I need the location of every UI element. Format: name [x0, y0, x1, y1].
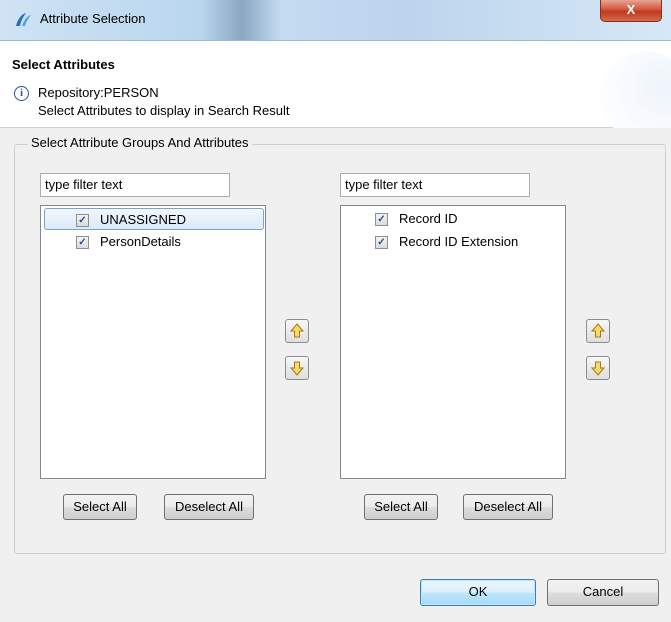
arrow-down-icon	[289, 361, 305, 376]
checkbox-checked-icon[interactable]: ✓	[76, 236, 89, 249]
repository-label: Repository:PERSON	[38, 85, 159, 100]
close-button[interactable]: X	[600, 0, 662, 22]
group-box-label: Select Attribute Groups And Attributes	[28, 135, 252, 150]
left-deselect-all-button[interactable]: Deselect All	[164, 494, 254, 520]
cancel-button[interactable]: Cancel	[547, 579, 659, 606]
header-description: Select Attributes to display in Search R…	[38, 103, 290, 118]
dialog-header: Select Attributes i Repository:PERSON Se…	[0, 41, 671, 141]
left-attribute-group-list[interactable]: ✓ UNASSIGNED ✓ PersonDetails	[40, 205, 266, 479]
left-select-all-button[interactable]: Select All	[63, 494, 137, 520]
ok-button[interactable]: OK	[420, 579, 536, 606]
move-down-button-right[interactable]	[586, 356, 610, 380]
move-up-button-right[interactable]	[586, 319, 610, 343]
right-select-all-button[interactable]: Select All	[364, 494, 438, 520]
title-bar: Attribute Selection X	[0, 0, 671, 41]
move-down-button[interactable]	[285, 356, 309, 380]
move-up-button[interactable]	[285, 319, 309, 343]
arrow-up-icon	[590, 323, 606, 338]
dialog-body: Select Attribute Groups And Attributes ✓…	[0, 128, 671, 622]
list-item-label: Record ID	[399, 211, 458, 226]
list-item[interactable]: ✓ Record ID Extension	[344, 231, 564, 253]
list-item[interactable]: ✓ UNASSIGNED	[44, 208, 264, 230]
left-filter-input[interactable]	[40, 173, 230, 197]
list-item[interactable]: ✓ Record ID	[344, 208, 564, 230]
list-item[interactable]: ✓ PersonDetails	[44, 231, 264, 253]
checkbox-checked-icon[interactable]: ✓	[375, 213, 388, 226]
arrow-up-icon	[289, 323, 305, 338]
page-title: Select Attributes	[12, 57, 115, 72]
info-icon: i	[14, 86, 29, 101]
window-title: Attribute Selection	[40, 11, 146, 26]
app-logo-icon	[14, 12, 32, 28]
list-item-label: UNASSIGNED	[100, 212, 186, 227]
checkbox-checked-icon[interactable]: ✓	[375, 236, 388, 249]
right-attribute-list[interactable]: ✓ Record ID ✓ Record ID Extension	[340, 205, 566, 479]
list-item-label: Record ID Extension	[399, 234, 519, 249]
arrow-down-icon	[590, 361, 606, 376]
right-deselect-all-button[interactable]: Deselect All	[463, 494, 553, 520]
list-item-label: PersonDetails	[100, 234, 181, 249]
checkbox-checked-icon[interactable]: ✓	[76, 214, 89, 227]
right-filter-input[interactable]	[340, 173, 530, 197]
